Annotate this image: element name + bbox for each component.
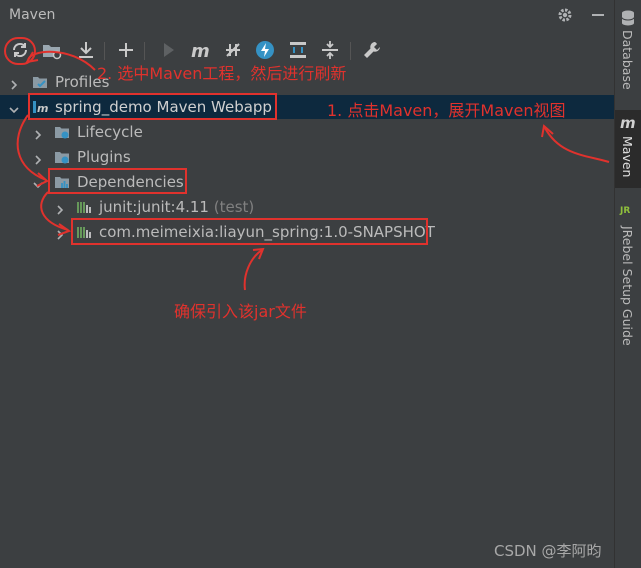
- maven-settings-wrench-icon[interactable]: [360, 38, 384, 62]
- tree-item-plugins[interactable]: Plugins: [0, 145, 614, 169]
- tab-jrebel-setup-guide[interactable]: JR JRebel Setup Guide: [615, 200, 641, 360]
- download-sources-icon[interactable]: [74, 38, 98, 62]
- profiles-folder-icon: [32, 74, 48, 90]
- tree-item-dependency-junit[interactable]: junit:junit:4.11 (test): [0, 195, 614, 219]
- tool-window-header: Maven: [0, 0, 614, 32]
- tree-item-label: Plugins: [77, 148, 131, 166]
- tree-item-label: junit:junit:4.11 (test): [99, 198, 254, 216]
- library-icon: [76, 199, 92, 215]
- dependency-name: junit:junit:4.11: [99, 198, 209, 216]
- right-tool-stripe: Database m Maven JR JRebel Setup Guide: [614, 0, 641, 568]
- toolbar-separator: [104, 42, 105, 60]
- gear-icon[interactable]: [556, 6, 574, 24]
- toolbar-separator: [144, 42, 145, 60]
- generate-sources-icon[interactable]: [40, 38, 64, 62]
- tab-label: Maven: [620, 136, 635, 178]
- jrebel-icon: JR: [620, 206, 631, 216]
- tab-maven[interactable]: m Maven: [615, 110, 641, 188]
- plugins-folder-icon: [54, 149, 70, 165]
- chevron-right-icon[interactable]: [8, 76, 20, 90]
- chevron-down-icon[interactable]: [32, 176, 44, 189]
- annotation-note: 确保引入该jar文件: [174, 302, 307, 321]
- collapse-all-icon[interactable]: [318, 38, 342, 62]
- tab-label: JRebel Setup Guide: [620, 226, 635, 346]
- annotation-step2: 2. 选中Maven工程，然后进行刷新: [97, 64, 347, 83]
- annotation-box-project: [28, 93, 277, 120]
- toolbar-separator: [350, 42, 351, 60]
- tree-item-label: Lifecycle: [77, 123, 143, 141]
- database-icon: [621, 10, 635, 30]
- execute-maven-goal-icon[interactable]: m: [189, 38, 213, 62]
- tab-label: Database: [620, 30, 635, 90]
- dependency-scope: (test): [213, 198, 255, 216]
- maven-tool-window: Maven m Profiles m spring_demo Maven Web…: [0, 0, 641, 568]
- tool-window-title: Maven: [9, 7, 56, 23]
- chevron-right-icon[interactable]: [32, 151, 44, 165]
- lifecycle-folder-icon: [54, 124, 70, 140]
- minimize-icon[interactable]: [589, 6, 607, 24]
- tree-item-lifecycle[interactable]: Lifecycle: [0, 120, 614, 144]
- annotation-circle-reload: [4, 37, 36, 65]
- add-maven-project-icon[interactable]: [114, 38, 138, 62]
- tab-database[interactable]: Database: [615, 0, 641, 104]
- svg-text:m: m: [191, 41, 210, 62]
- watermark: CSDN @李阿昀: [494, 542, 602, 560]
- maven-tab-icon: m: [620, 114, 636, 132]
- annotation-step1: 1. 点击Maven，展开Maven视图: [327, 101, 566, 120]
- show-dependencies-icon[interactable]: [286, 38, 310, 62]
- run-icon[interactable]: [156, 38, 180, 62]
- chevron-right-icon[interactable]: [54, 226, 66, 240]
- annotation-box-dependency: [71, 218, 428, 245]
- chevron-right-icon[interactable]: [32, 126, 44, 140]
- chevron-right-icon[interactable]: [54, 201, 66, 215]
- annotation-box-dependencies: [48, 168, 187, 194]
- skip-tests-icon[interactable]: [253, 38, 277, 62]
- toggle-offline-mode-icon[interactable]: [221, 38, 245, 62]
- chevron-down-icon[interactable]: [8, 101, 20, 114]
